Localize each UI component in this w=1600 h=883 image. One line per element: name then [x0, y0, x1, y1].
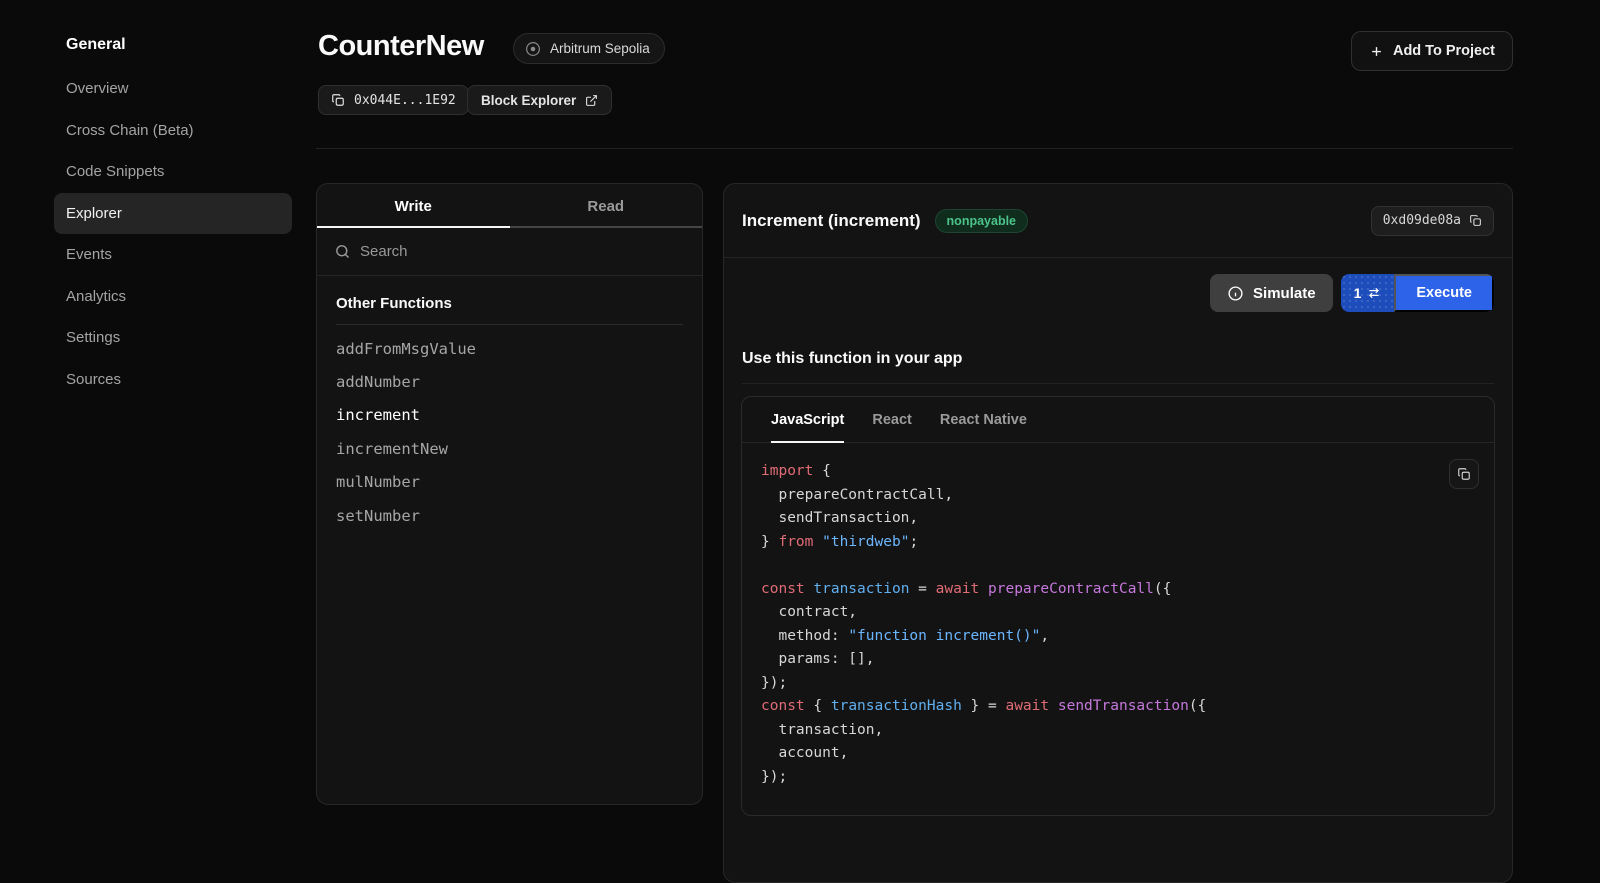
- function-item-incrementnew[interactable]: incrementNew: [317, 432, 702, 465]
- code-tab-javascript[interactable]: JavaScript: [771, 397, 844, 442]
- execute-button[interactable]: Execute: [1394, 274, 1494, 312]
- contract-address-button[interactable]: 0x044E...1E92: [318, 85, 469, 115]
- sidebar-item-settings[interactable]: Settings: [54, 317, 292, 359]
- copy-icon: [331, 93, 345, 107]
- functions-panel: Write Read Other Functions addFromMsgVal…: [316, 183, 703, 805]
- mutability-badge: nonpayable: [935, 209, 1028, 233]
- tab-write[interactable]: Write: [317, 184, 510, 228]
- code-body: import { prepareContractCall, sendTransa…: [742, 443, 1494, 806]
- functions-tabbar: Write Read: [317, 184, 702, 228]
- sidebar-item-events[interactable]: Events: [54, 234, 292, 276]
- simulate-button[interactable]: Simulate: [1210, 274, 1333, 312]
- copy-icon: [1469, 214, 1482, 227]
- code-line: prepareContractCall,: [761, 484, 1442, 508]
- functions-search-row: [317, 228, 702, 276]
- usage-divider: [742, 383, 1494, 384]
- code-line: account,: [761, 742, 1442, 766]
- block-explorer-label: Block Explorer: [481, 93, 576, 108]
- sidebar-item-explorer[interactable]: Explorer: [54, 193, 292, 235]
- actions-row: Simulate 1 Execute: [742, 274, 1494, 312]
- copy-code-button[interactable]: [1449, 459, 1479, 489]
- code-line: });: [761, 672, 1442, 696]
- function-selector-label: 0xd09de08a: [1383, 213, 1461, 228]
- header-divider: [316, 148, 1513, 149]
- code-line: import {: [761, 460, 1442, 484]
- copy-icon: [1457, 467, 1471, 481]
- external-link-icon: [585, 94, 598, 107]
- code-line: const transaction = await prepareContrac…: [761, 578, 1442, 602]
- scan-circle-icon: [524, 40, 542, 58]
- code-line: contract,: [761, 601, 1442, 625]
- function-item-addnumber[interactable]: addNumber: [317, 365, 702, 398]
- function-item-setnumber[interactable]: setNumber: [317, 499, 702, 532]
- code-line: params: [],: [761, 648, 1442, 672]
- code-lines: import { prepareContractCall, sendTransa…: [761, 460, 1442, 789]
- sidebar-item-cross-chain-beta[interactable]: Cross Chain (Beta): [54, 110, 292, 152]
- code-line: [761, 554, 1442, 578]
- simulate-label: Simulate: [1253, 285, 1316, 302]
- function-item-addfrommsgvalue[interactable]: addFromMsgValue: [317, 332, 702, 365]
- function-detail-panel: Increment (increment) nonpayable 0xd09de…: [723, 183, 1513, 883]
- sidebar: General OverviewCross Chain (Beta)Code S…: [0, 0, 300, 400]
- transaction-count-button[interactable]: 1: [1341, 274, 1395, 312]
- code-tab-react-native[interactable]: React Native: [940, 397, 1027, 442]
- sidebar-item-analytics[interactable]: Analytics: [54, 276, 292, 318]
- function-item-increment[interactable]: increment: [317, 399, 702, 432]
- function-title: Increment (increment): [742, 211, 921, 231]
- code-line: });: [761, 766, 1442, 790]
- code-snippet-card: JavaScript React React Native import { pre…: [741, 396, 1495, 816]
- plus-icon: [1369, 44, 1384, 59]
- code-line: sendTransaction,: [761, 507, 1442, 531]
- functions-section-title: Other Functions: [336, 295, 683, 325]
- info-icon: [1227, 285, 1244, 302]
- swap-arrows-icon: [1367, 286, 1381, 300]
- block-explorer-button[interactable]: Block Explorer: [467, 85, 612, 115]
- code-line: const { transactionHash } = await sendTr…: [761, 695, 1442, 719]
- sidebar-item-code-snippets[interactable]: Code Snippets: [54, 151, 292, 193]
- code-line: method: "function increment()",: [761, 625, 1442, 649]
- functions-list: addFromMsgValueaddNumberincrementincreme…: [317, 325, 702, 532]
- page-title: CounterNew: [318, 30, 484, 63]
- sidebar-item-overview[interactable]: Overview: [54, 68, 292, 110]
- tab-active-underline: [317, 226, 510, 228]
- code-line: transaction,: [761, 719, 1442, 743]
- network-badge-label: Arbitrum Sepolia: [550, 41, 650, 56]
- tab-read[interactable]: Read: [510, 184, 703, 228]
- sidebar-item-sources[interactable]: Sources: [54, 359, 292, 401]
- tab-inactive-underline: [510, 226, 703, 228]
- sidebar-heading: General: [66, 36, 300, 54]
- add-to-project-button[interactable]: Add To Project: [1351, 31, 1513, 71]
- contract-address-label: 0x044E...1E92: [354, 93, 456, 108]
- function-detail-header: Increment (increment) nonpayable 0xd09de…: [724, 184, 1512, 258]
- add-to-project-label: Add To Project: [1393, 43, 1495, 59]
- code-language-tabs: JavaScript React React Native: [742, 397, 1494, 443]
- function-selector-button[interactable]: 0xd09de08a: [1371, 206, 1494, 236]
- network-badge: Arbitrum Sepolia: [513, 33, 665, 64]
- sidebar-nav-list: OverviewCross Chain (Beta)Code SnippetsE…: [0, 68, 300, 400]
- code-line: } from "thirdweb";: [761, 531, 1442, 555]
- search-input[interactable]: [360, 243, 660, 260]
- transaction-count: 1: [1354, 285, 1362, 301]
- function-item-mulnumber[interactable]: mulNumber: [317, 466, 702, 499]
- execute-split-button: 1 Execute: [1341, 274, 1494, 312]
- code-tab-react[interactable]: React: [872, 397, 912, 442]
- usage-heading: Use this function in your app: [742, 350, 1494, 368]
- search-icon: [334, 243, 351, 260]
